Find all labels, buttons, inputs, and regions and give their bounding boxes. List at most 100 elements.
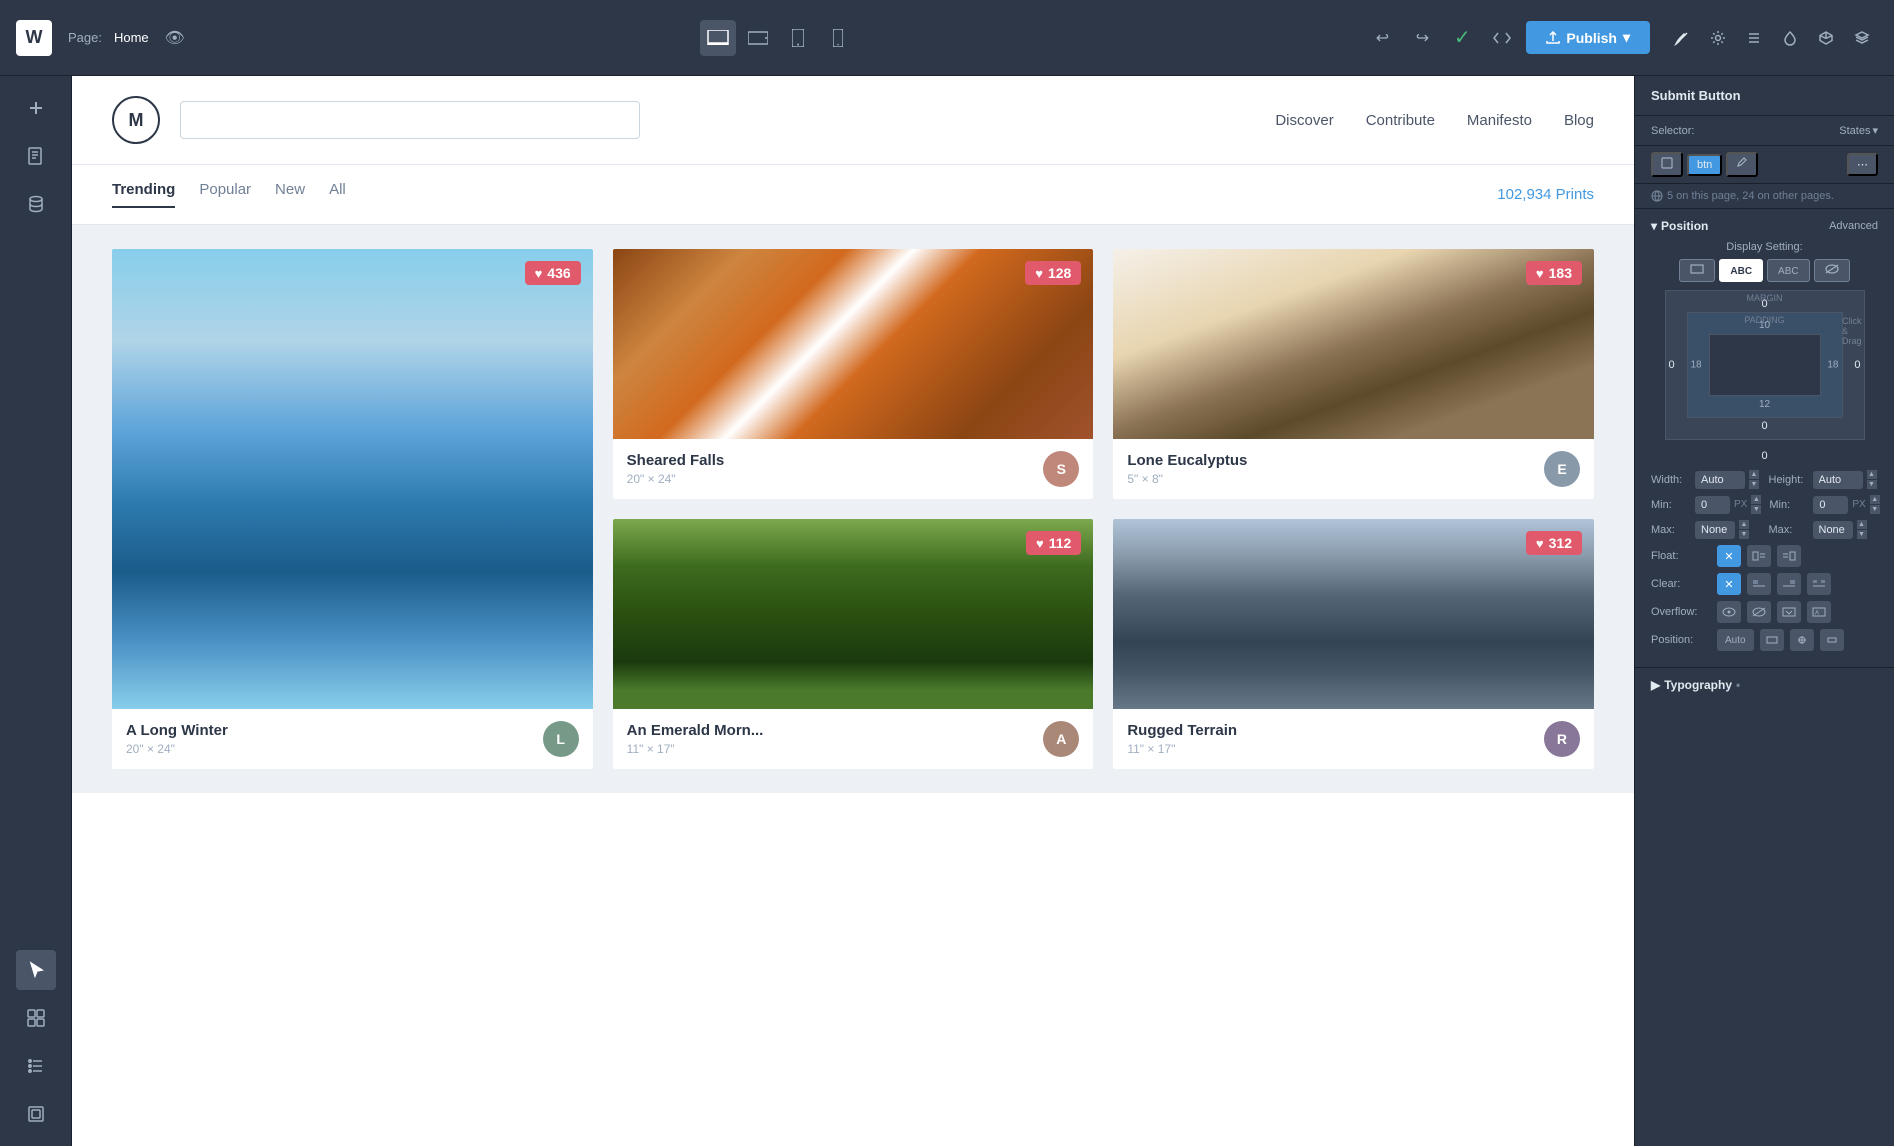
overflow-visible-button[interactable]	[1717, 601, 1741, 623]
clear-right-button[interactable]	[1777, 573, 1801, 595]
cursor-tool-button[interactable]	[16, 950, 56, 990]
page-label: Page:	[68, 30, 102, 45]
display-none-button[interactable]	[1814, 259, 1850, 282]
chip-edit-icon[interactable]	[1726, 152, 1758, 177]
max-width-decrement[interactable]: ▼	[1739, 530, 1749, 539]
display-block-button[interactable]	[1679, 259, 1715, 282]
gear-tool-button[interactable]	[1702, 22, 1734, 54]
pages-button[interactable]	[16, 136, 56, 176]
height-decrement[interactable]: ▼	[1867, 480, 1877, 489]
max-width-input[interactable]	[1695, 521, 1735, 539]
advanced-link[interactable]: Advanced	[1829, 220, 1878, 232]
print-card-title: Lone Eucalyptus	[1127, 452, 1544, 469]
panel-header: Submit Button	[1635, 76, 1894, 116]
print-card-long-winter[interactable]: ♥ 436 A Long Winter 20" × 24" L	[112, 249, 593, 769]
preview-button[interactable]: 👁	[161, 24, 189, 52]
tab-list: Trending Popular New All	[112, 181, 346, 208]
print-card-lone-eucalyptus[interactable]: ♥ 183 Lone Eucalyptus 5" × 8" E	[1113, 249, 1594, 499]
list-items-button[interactable]	[16, 1046, 56, 1086]
display-inline-block-button[interactable]: ABC	[1719, 259, 1763, 282]
clear-both-button[interactable]	[1807, 573, 1831, 595]
list-tool-button[interactable]	[1738, 22, 1770, 54]
like-count: 312	[1549, 535, 1572, 551]
nav-contribute[interactable]: Contribute	[1366, 112, 1435, 129]
redo-button[interactable]: ↪	[1406, 22, 1438, 54]
tab-popular[interactable]: Popular	[199, 181, 251, 208]
droplet-tool-button[interactable]	[1774, 22, 1806, 54]
print-card-size: 20" × 24"	[126, 742, 543, 756]
undo-button[interactable]: ↩	[1366, 22, 1398, 54]
select-tool-button[interactable]	[16, 998, 56, 1038]
tab-new[interactable]: New	[275, 181, 305, 208]
height-input[interactable]	[1813, 471, 1863, 489]
print-card-info: An Emerald Morn... 11" × 17" A	[613, 709, 1094, 769]
site-logo: M	[112, 96, 160, 144]
code-button[interactable]	[1486, 22, 1518, 54]
max-height-increment[interactable]: ▲	[1857, 520, 1867, 529]
device-tablet-portrait-button[interactable]	[780, 20, 816, 56]
overflow-scroll-button[interactable]	[1777, 601, 1801, 623]
width-input[interactable]	[1695, 471, 1745, 489]
min-height-decrement[interactable]: ▼	[1870, 505, 1880, 514]
print-card-size: 11" × 17"	[627, 742, 1044, 756]
position-fixed-button[interactable]	[1790, 629, 1814, 651]
max-height-label: Max:	[1769, 524, 1809, 536]
clear-left-button[interactable]	[1747, 573, 1771, 595]
clear-none-button[interactable]: ✕	[1717, 573, 1741, 595]
states-button[interactable]: States ▾	[1839, 124, 1878, 137]
height-increment[interactable]: ▲	[1867, 470, 1877, 479]
device-mobile-button[interactable]	[820, 20, 856, 56]
device-laptop-button[interactable]	[700, 20, 736, 56]
chip-btn[interactable]: btn	[1687, 154, 1722, 176]
brush-tool-button[interactable]	[1666, 22, 1698, 54]
site-search-input[interactable]	[180, 101, 640, 139]
float-right-button[interactable]	[1777, 545, 1801, 567]
check-button[interactable]: ✓	[1446, 22, 1478, 54]
frame-button[interactable]	[16, 1094, 56, 1134]
min-height-input[interactable]	[1813, 496, 1848, 514]
print-card-title: Rugged Terrain	[1127, 722, 1544, 739]
width-increment[interactable]: ▲	[1749, 470, 1759, 479]
tab-trending[interactable]: Trending	[112, 181, 175, 208]
database-button[interactable]	[16, 184, 56, 224]
selector-row: Selector: States ▾	[1635, 116, 1894, 146]
left-sidebar	[0, 76, 72, 1146]
avatar-image: A	[1043, 721, 1079, 757]
nav-blog[interactable]: Blog	[1564, 112, 1594, 129]
cube-tool-button[interactable]	[1810, 22, 1842, 54]
print-card-rugged-terrain[interactable]: ♥ 312 Rugged Terrain 11" × 17" R	[1113, 519, 1594, 769]
max-height-decrement[interactable]: ▼	[1857, 530, 1867, 539]
print-card-size: 20" × 24"	[627, 472, 1044, 486]
avatar-image: E	[1544, 451, 1580, 487]
float-none-button[interactable]: ✕	[1717, 545, 1741, 567]
print-card-sheared-falls[interactable]: ♥ 128 Sheared Falls 20" × 24" S	[613, 249, 1094, 499]
max-width-increment[interactable]: ▲	[1739, 520, 1749, 529]
min-width-decrement[interactable]: ▼	[1751, 505, 1761, 514]
layers-tool-button[interactable]	[1846, 22, 1878, 54]
margin-right-value: 0	[1854, 359, 1860, 371]
add-element-button[interactable]	[16, 88, 56, 128]
float-left-button[interactable]	[1747, 545, 1771, 567]
chip-btn-icon[interactable]	[1651, 152, 1683, 177]
max-height-input[interactable]	[1813, 521, 1853, 539]
tab-all[interactable]: All	[329, 181, 346, 208]
min-height-increment[interactable]: ▲	[1870, 495, 1880, 504]
nav-discover[interactable]: Discover	[1275, 112, 1333, 129]
chip-more[interactable]: ⋯	[1847, 153, 1878, 176]
position-auto-button[interactable]: Auto	[1717, 629, 1754, 651]
overflow-text-button[interactable]: A	[1807, 601, 1831, 623]
print-card-avatar: A	[1043, 721, 1079, 757]
device-tablet-landscape-button[interactable]	[740, 20, 776, 56]
canvas-area[interactable]: M Discover Contribute Manifesto Blog Tre…	[72, 76, 1634, 1146]
min-width-input[interactable]	[1695, 496, 1730, 514]
width-decrement[interactable]: ▼	[1749, 480, 1759, 489]
overflow-hidden-button[interactable]	[1747, 601, 1771, 623]
print-card-emerald-morn[interactable]: ♥ 112 An Emerald Morn... 11" × 17" A	[613, 519, 1094, 769]
min-width-increment[interactable]: ▲	[1751, 495, 1761, 504]
nav-manifesto[interactable]: Manifesto	[1467, 112, 1532, 129]
heart-icon: ♥	[535, 266, 543, 281]
position-relative-button[interactable]	[1760, 629, 1784, 651]
publish-button[interactable]: Publish ▾	[1526, 21, 1650, 54]
position-absolute-button[interactable]	[1820, 629, 1844, 651]
display-inline-button[interactable]: ABC	[1767, 259, 1810, 282]
